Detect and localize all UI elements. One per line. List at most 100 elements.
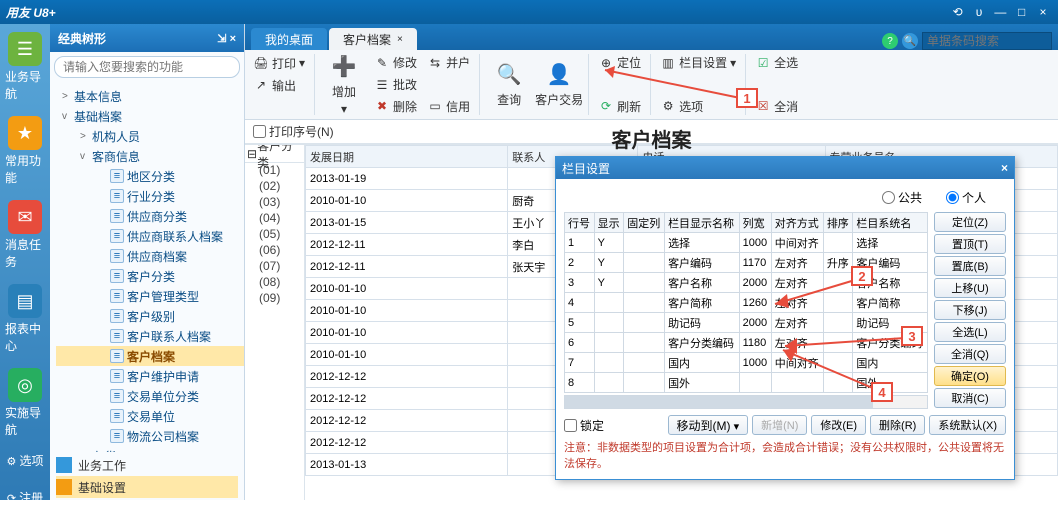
tree-node[interactable]: >基本信息 [56,86,244,106]
nav-impl[interactable]: ◎实施导航 [5,368,45,438]
colset-button[interactable]: ▥栏目设置 ▾ [656,52,740,74]
select-none-button[interactable]: ☒全消 [751,95,802,117]
tree-node[interactable]: ≡交易单位分类 [56,386,244,406]
cat-row[interactable]: (04) [245,211,304,227]
btn-moveto[interactable]: 移动到(M) ▾ [668,415,749,435]
close-icon[interactable]: × [1001,161,1008,175]
col-header[interactable]: 发展日期 [306,146,508,168]
table-row[interactable]: 3Y客户名称2000左对齐客户名称 [565,273,928,293]
nav-msg[interactable]: ✉消息任务 [5,200,45,270]
cust-deal-button[interactable]: 👤客户交易 [535,52,583,116]
tree-node[interactable]: ≡客户档案 [56,346,244,366]
btn-ok[interactable]: 确定(O) [934,366,1006,386]
maximize-icon[interactable]: □ [1013,5,1031,19]
btn-del[interactable]: 删除(R) [870,415,925,435]
tree-node[interactable]: ≡交易单位 [56,406,244,426]
table-row[interactable]: 5助记码2000左对齐助记码 [565,313,928,333]
help-icon[interactable]: ᴜ [970,5,988,19]
tree-node[interactable]: ≡供应商联系人档案 [56,226,244,246]
sidefoot-biz[interactable]: 业务工作 [56,454,238,476]
minimize-icon[interactable]: — [991,5,1009,19]
col-header[interactable]: 列宽 [739,213,771,233]
btn-down[interactable]: 下移(J) [934,300,1006,320]
print-seq-checkbox[interactable]: 打印序号(N) [253,123,334,140]
table-row[interactable]: 2Y客户编码1170左对齐升序客户编码 [565,253,928,273]
nav-fav[interactable]: ★常用功能 [5,116,45,186]
cat-row[interactable]: (02) [245,179,304,195]
radio-public[interactable]: 公共 [882,189,922,206]
delete-button[interactable]: ✖删除 [370,95,421,117]
col-header[interactable]: 对齐方式 [771,213,823,233]
sidebar-search[interactable] [54,56,240,78]
tree-node[interactable]: >机构人员 [56,126,244,146]
merge-button[interactable]: ⇆并户 [423,52,474,74]
option-button[interactable]: ⚙选项 [656,95,740,117]
col-header[interactable]: 栏目显示名称 [665,213,740,233]
table-row[interactable]: 7国内1000中间对齐国内 [565,353,928,373]
col-header[interactable]: 显示 [594,213,624,233]
nav-biz[interactable]: ☰业务导航 [5,32,45,102]
select-all-button[interactable]: ☑全选 [751,52,802,74]
table-row[interactable]: 6客户分类编码1180左对齐客户分类编码 [565,333,928,353]
sidefoot-base[interactable]: 基础设置 [56,476,238,498]
cat-row[interactable]: (06) [245,243,304,259]
cat-row[interactable]: (09) [245,291,304,307]
tree-node[interactable]: ≡物流公司档案 [56,426,244,446]
locate-button[interactable]: ⊕定位 [594,52,645,74]
modify-button[interactable]: ✎修改 [370,52,421,74]
nav-options[interactable]: ⚙ 选项 [7,452,44,469]
btn-default[interactable]: 系统默认(X) [929,415,1006,435]
tree-node[interactable]: ≡客户维护申请 [56,366,244,386]
tree-node[interactable]: ≡客户级别 [56,306,244,326]
nav-report[interactable]: ▤报表中心 [5,284,45,354]
btn-cancel[interactable]: 取消(C) [934,388,1006,408]
btn-locate[interactable]: 定位(Z) [934,212,1006,232]
tab-customer[interactable]: 客户档案× [329,28,417,50]
col-header[interactable]: 排序 [823,213,853,233]
btn-selall[interactable]: 全选(L) [934,322,1006,342]
batch-button[interactable]: ☰批改 [370,74,421,96]
cat-row[interactable]: (07) [245,259,304,275]
tree-node[interactable]: v客商信息 [56,146,244,166]
credit-button[interactable]: ▭信用 [423,95,474,117]
table-row[interactable]: 4客户简称1260左对齐客户简称 [565,293,928,313]
tree-node[interactable]: ≡客户管理类型 [56,286,244,306]
btn-edit[interactable]: 修改(E) [811,415,866,435]
cat-row[interactable]: (05) [245,227,304,243]
btn-up[interactable]: 上移(U) [934,278,1006,298]
btn-bottom[interactable]: 置底(B) [934,256,1006,276]
close-icon[interactable]: × [397,34,403,45]
tree-node[interactable]: v基础档案 [56,106,244,126]
refresh-button[interactable]: ⟳刷新 [594,95,645,117]
cat-row[interactable]: (08) [245,275,304,291]
tree-node[interactable]: ≡地区分类 [56,166,244,186]
sync-icon[interactable]: ⟲ [949,5,967,19]
nav-register[interactable]: ⟳ 注册 [7,489,43,506]
radio-private[interactable]: 个人 [946,189,986,206]
col-header[interactable]: 栏目系统名 [853,213,928,233]
col-header[interactable]: 固定列 [624,213,665,233]
tree-node[interactable]: ≡客户联系人档案 [56,326,244,346]
col-header[interactable]: 行号 [565,213,595,233]
output-button[interactable]: ↗输出 [249,74,309,96]
btn-new[interactable]: 新增(N) [752,415,807,435]
btn-top[interactable]: 置顶(T) [934,234,1006,254]
tree-node[interactable]: ≡客户分类 [56,266,244,286]
print-button[interactable]: 🖨打印 ▾ [249,52,309,74]
pin-icon[interactable]: ⇲ × [217,32,236,45]
help-circle-icon[interactable]: ? [882,33,898,49]
btn-selnone[interactable]: 全消(Q) [934,344,1006,364]
tree-node[interactable]: ≡供应商档案 [56,246,244,266]
category-head[interactable]: ⊟ 客户分类 [245,145,304,163]
lock-checkbox[interactable]: 锁定 [564,417,604,434]
barcode-search[interactable] [922,32,1052,50]
dialog-title[interactable]: 栏目设置× [556,157,1014,179]
dialog-table[interactable]: 行号显示固定列栏目显示名称列宽对齐方式排序栏目系统名1Y选择1000中间对齐选择… [564,212,928,409]
tree-node[interactable]: ≡行业分类 [56,186,244,206]
search-icon[interactable]: 🔍 [902,33,918,49]
query-button[interactable]: 🔍查询 [485,52,533,116]
close-icon[interactable]: × [1034,5,1052,19]
cat-row[interactable]: (03) [245,195,304,211]
tab-home[interactable]: 我的桌面 [251,28,327,50]
tree-node[interactable]: ≡供应商分类 [56,206,244,226]
